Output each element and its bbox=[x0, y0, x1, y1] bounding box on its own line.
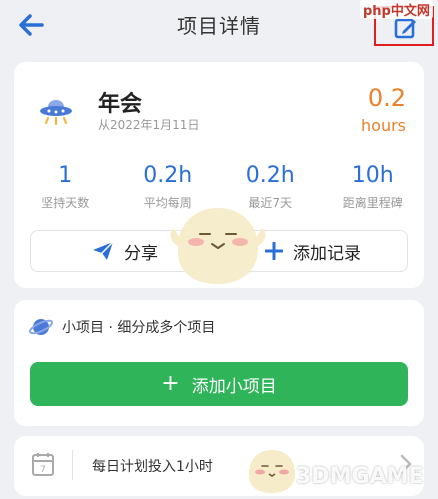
add-subproject-button[interactable]: + 添加小项目 bbox=[30, 362, 408, 406]
divider bbox=[72, 450, 73, 480]
calendar-icon: 7 bbox=[32, 453, 54, 476]
stat-to-milestone: 10h 距离里程碑 bbox=[322, 162, 425, 218]
daily-plan-text: 每日计划投入1小时 bbox=[92, 459, 213, 475]
stat-label: 距离里程碑 bbox=[342, 196, 403, 210]
stat-value: 0.2h bbox=[245, 163, 295, 188]
subprojects-card: 小项目 · 细分成多个项目 + 添加小项目 bbox=[14, 300, 424, 426]
plus-icon: + bbox=[161, 371, 180, 396]
add-record-label: 添加记录 bbox=[293, 243, 361, 264]
mascot-watermark bbox=[170, 208, 266, 284]
total-hours-value: 0.2 bbox=[367, 84, 406, 112]
project-start-date: 从2022年1月11日 bbox=[98, 118, 200, 132]
add-subproject-label: 添加小项目 bbox=[191, 376, 277, 397]
planet-icon bbox=[28, 319, 54, 335]
share-label: 分享 bbox=[124, 243, 158, 264]
total-hours-unit: hours bbox=[361, 116, 406, 135]
watermark-text: 3DMGAME bbox=[296, 464, 424, 489]
stat-label: 坚持天数 bbox=[41, 196, 90, 210]
subprojects-header: 小项目 · 细分成多个项目 bbox=[28, 314, 215, 340]
ufo-icon bbox=[40, 100, 72, 126]
stat-streak-days: 1 坚持天数 bbox=[14, 162, 117, 218]
stat-value: 0.2h bbox=[143, 163, 193, 188]
edit-icon bbox=[394, 18, 416, 39]
top-bar: 项目详情 php中文网 bbox=[0, 0, 438, 52]
svg-text:7: 7 bbox=[40, 465, 46, 475]
paper-plane-icon bbox=[93, 241, 114, 260]
mascot-watermark bbox=[248, 450, 296, 493]
project-name: 年会 bbox=[98, 92, 143, 117]
stat-value: 10h bbox=[351, 163, 394, 188]
subprojects-header-text: 小项目 · 细分成多个项目 bbox=[62, 320, 216, 336]
watermark-logo: php中文网 bbox=[360, 0, 433, 19]
stat-value: 1 bbox=[58, 163, 73, 188]
